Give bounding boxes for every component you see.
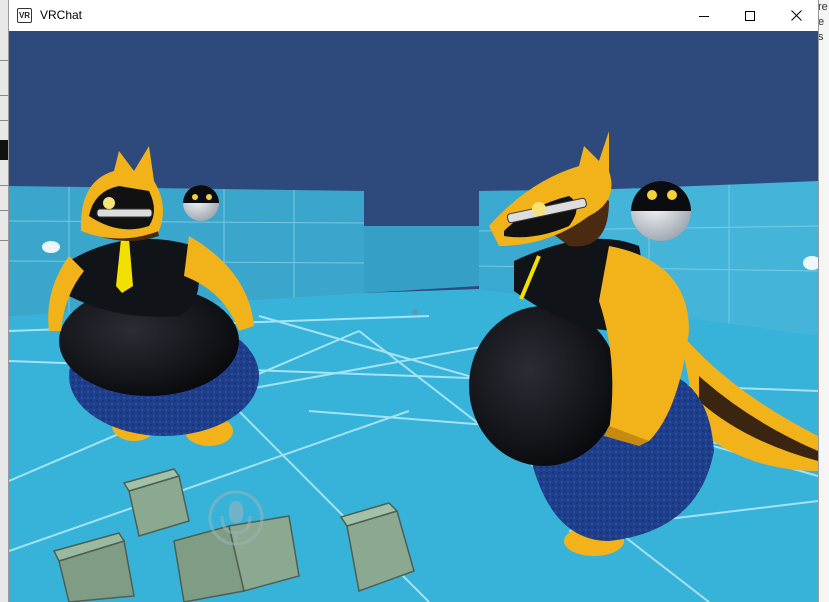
minimize-icon	[699, 15, 709, 17]
background-window-text: re e s	[818, 1, 828, 43]
vrchat-window: VR VRChat	[9, 0, 818, 602]
close-button[interactable]	[773, 0, 818, 31]
wall-light-left	[42, 241, 60, 253]
close-icon	[790, 10, 802, 21]
reticle-dot	[412, 309, 418, 315]
game-viewport[interactable]	[9, 31, 818, 602]
avatar-right-orb	[631, 181, 691, 241]
maximize-icon	[745, 10, 755, 21]
avatar-right-belly	[469, 306, 619, 466]
vrchat-app-icon: VR	[17, 8, 32, 23]
avatar-left-orb	[183, 185, 219, 221]
minimize-button[interactable]	[681, 0, 727, 31]
maximize-button[interactable]	[727, 0, 773, 31]
window-title: VRChat	[40, 8, 83, 22]
background-desktop-left	[0, 0, 9, 602]
title-bar[interactable]: VR VRChat	[9, 0, 818, 31]
background-desktop-right	[818, 0, 829, 602]
wall-center-low	[364, 226, 479, 293]
